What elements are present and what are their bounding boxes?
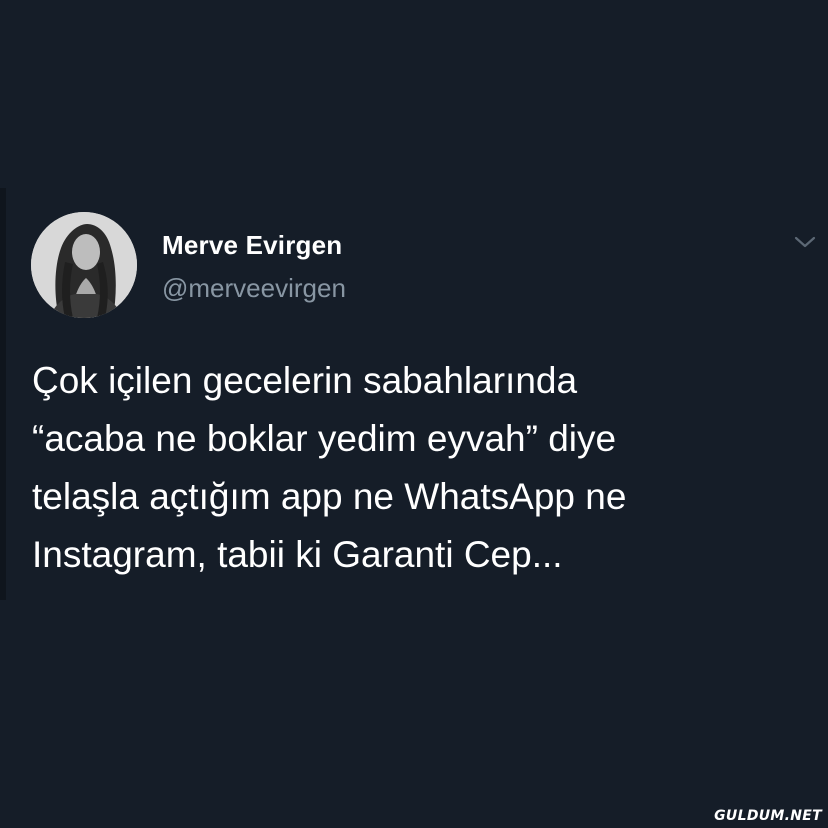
avatar[interactable]: [31, 212, 137, 318]
tweet-card: Merve Evirgen @merveevirgen Çok içilen g…: [0, 0, 828, 828]
site-watermark: GULDUM.NET: [714, 808, 822, 824]
author-display-name[interactable]: Merve Evirgen: [162, 230, 342, 261]
avatar-photo-icon: [31, 212, 137, 318]
author-handle[interactable]: @merveevirgen: [162, 273, 346, 304]
tweet-text: Çok içilen gecelerin sabahlarında “acaba…: [32, 360, 627, 575]
tweet-screenshot: Merve Evirgen @merveevirgen Çok içilen g…: [0, 0, 828, 828]
tweet-menu-button[interactable]: [790, 230, 820, 256]
chevron-down-icon: [794, 236, 816, 248]
